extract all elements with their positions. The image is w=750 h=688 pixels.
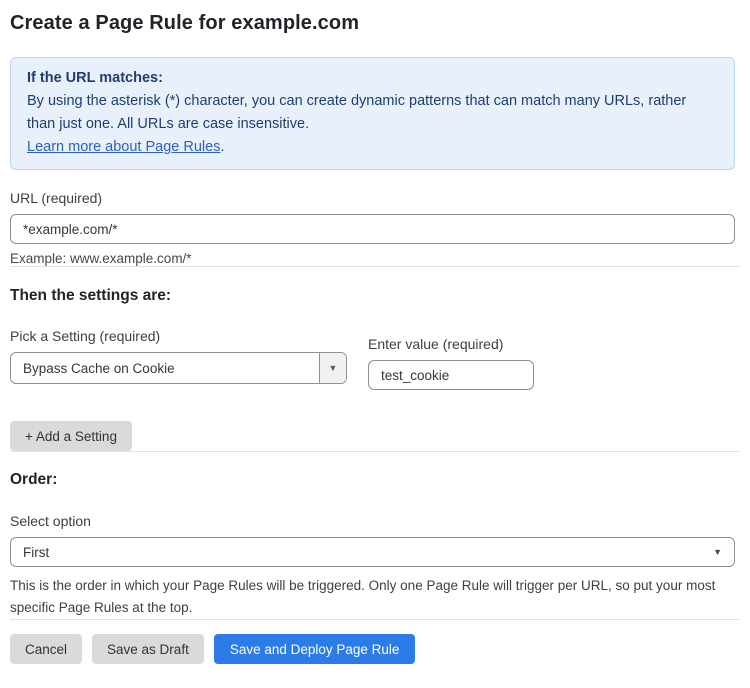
order-select-label: Select option — [10, 513, 740, 529]
url-label: URL (required) — [10, 190, 740, 206]
info-box-body: By using the asterisk (*) character, you… — [27, 90, 718, 136]
action-buttons: Cancel Save as Draft Save and Deploy Pag… — [10, 634, 740, 664]
order-select-value: First — [11, 545, 713, 560]
settings-heading: Then the settings are: — [10, 287, 740, 305]
divider — [10, 451, 740, 452]
setting-value-input[interactable] — [368, 360, 534, 390]
value-label: Enter value (required) — [368, 336, 534, 352]
url-input[interactable] — [10, 214, 735, 244]
order-heading: Order: — [10, 471, 740, 489]
setting-value-column: Enter value (required) — [368, 336, 534, 390]
setting-label: Pick a Setting (required) — [10, 328, 347, 344]
add-setting-button[interactable]: + Add a Setting — [10, 421, 132, 451]
page-title: Create a Page Rule for example.com — [10, 12, 740, 35]
cancel-button[interactable]: Cancel — [10, 634, 82, 664]
divider — [10, 619, 740, 620]
page-rule-form: Create a Page Rule for example.com If th… — [0, 0, 750, 664]
info-box-heading: If the URL matches: — [27, 67, 718, 90]
caret-down-icon: ▼ — [713, 548, 722, 557]
divider — [10, 266, 740, 267]
learn-more-link[interactable]: Learn more about Page Rules — [27, 139, 220, 155]
order-help-text: This is the order in which your Page Rul… — [10, 575, 725, 619]
save-deploy-button[interactable]: Save and Deploy Page Rule — [214, 634, 416, 664]
caret-down-icon: ▼ — [329, 364, 338, 373]
url-section: URL (required) Example: www.example.com/… — [10, 190, 740, 266]
settings-row: Pick a Setting (required) Bypass Cache o… — [10, 328, 740, 390]
setting-dropdown-button[interactable]: ▼ — [319, 353, 346, 383]
setting-picker-column: Pick a Setting (required) Bypass Cache o… — [10, 328, 347, 384]
url-match-info-box: If the URL matches: By using the asteris… — [10, 57, 735, 170]
order-select[interactable]: First ▼ — [10, 537, 735, 567]
link-suffix: . — [220, 139, 224, 155]
url-example: Example: www.example.com/* — [10, 251, 740, 266]
setting-dropdown[interactable]: Bypass Cache on Cookie ▼ — [10, 352, 347, 384]
setting-dropdown-value: Bypass Cache on Cookie — [11, 361, 319, 376]
info-box-link-row: Learn more about Page Rules. — [27, 136, 718, 159]
save-draft-button[interactable]: Save as Draft — [92, 634, 204, 664]
